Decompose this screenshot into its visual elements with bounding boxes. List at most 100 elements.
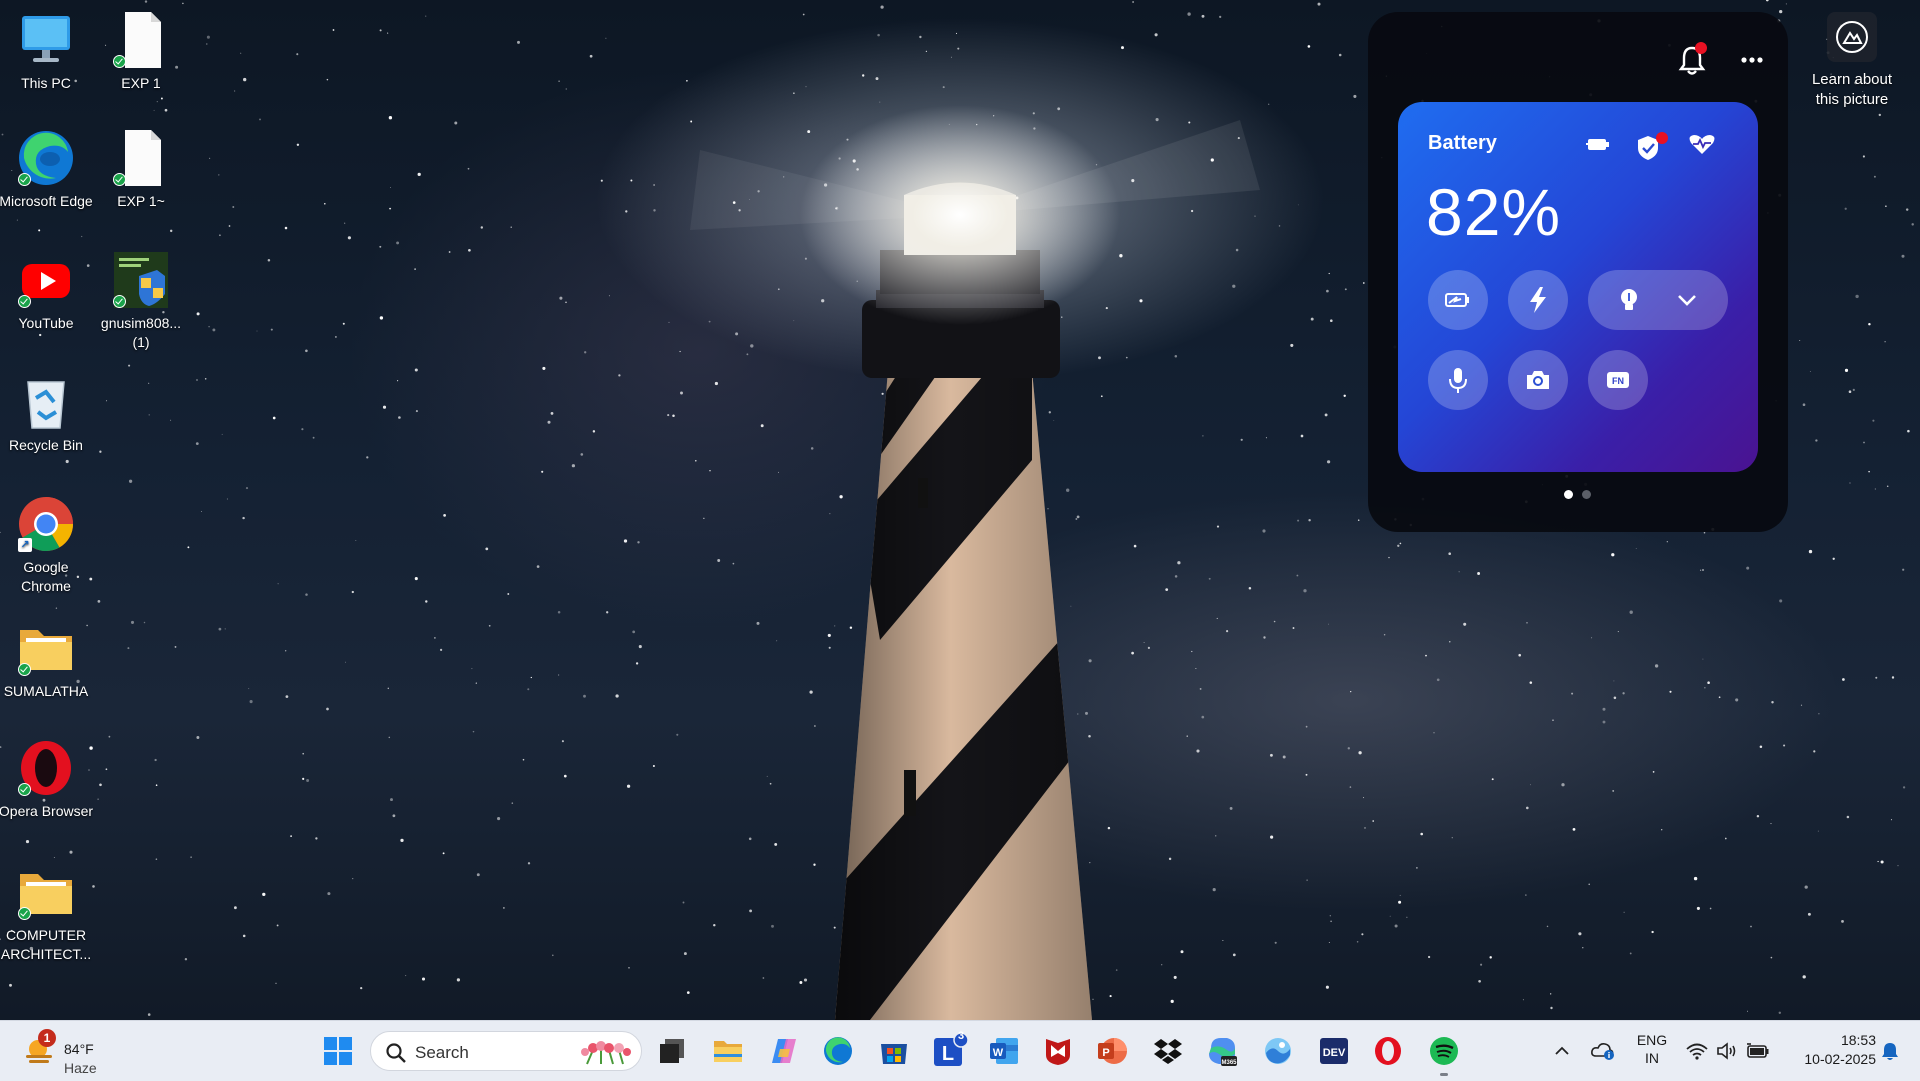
taskbar-search[interactable]: Search bbox=[370, 1031, 642, 1071]
battery-title: Battery bbox=[1428, 132, 1497, 154]
desktop-icon-edge[interactable]: Microsoft Edge bbox=[0, 128, 94, 211]
fn-lock-button[interactable]: FN bbox=[1588, 350, 1648, 410]
notification-center-button[interactable] bbox=[1874, 1021, 1906, 1081]
taskbar-file-explorer[interactable] bbox=[708, 1031, 748, 1071]
word-icon: W bbox=[990, 1038, 1018, 1064]
task-view-icon bbox=[660, 1039, 684, 1063]
desktop-icon-label: This PC bbox=[21, 75, 71, 91]
document-icon bbox=[111, 128, 171, 188]
desktop-icon-exp1[interactable]: EXP 1 bbox=[93, 10, 189, 93]
sync-status-icon bbox=[18, 907, 31, 920]
desktop-icon-computer-architecture[interactable]: COMPUTER ARCHITECT... bbox=[0, 862, 94, 964]
opera-icon bbox=[16, 738, 76, 798]
input-language-indicator[interactable]: ENG IN bbox=[1628, 1031, 1676, 1067]
sync-status-icon bbox=[113, 295, 126, 308]
pager-dot[interactable] bbox=[1582, 490, 1591, 499]
microphone-icon bbox=[1449, 368, 1467, 393]
flowers-doodle-icon bbox=[581, 1041, 631, 1065]
volume-icon bbox=[1717, 1042, 1736, 1060]
taskbar-word[interactable]: W bbox=[984, 1031, 1024, 1071]
desktop-icon-label: SUMALATHA bbox=[3, 683, 89, 699]
taskbar-powerpoint[interactable]: P bbox=[1092, 1031, 1132, 1071]
camera-icon bbox=[1527, 371, 1549, 389]
show-hidden-icons-button[interactable] bbox=[1550, 1021, 1574, 1081]
desktop-icon-this-pc[interactable]: This PC bbox=[0, 10, 94, 93]
heart-pulse-icon[interactable] bbox=[1688, 132, 1716, 156]
more-dots-icon bbox=[1741, 57, 1763, 63]
spotify-icon bbox=[1430, 1037, 1458, 1065]
taskbar-opera[interactable] bbox=[1368, 1031, 1408, 1071]
desktop-icon-youtube[interactable]: YouTube bbox=[0, 250, 94, 333]
taskbar: 1 84°F Haze Search L 3 W P M365 DEV ENG … bbox=[0, 1020, 1920, 1081]
eco-mode-dropdown[interactable] bbox=[1588, 270, 1728, 330]
sync-status-icon bbox=[113, 55, 126, 68]
fn-key-icon: FN bbox=[1607, 372, 1629, 388]
weather-condition: Haze bbox=[64, 1060, 97, 1076]
power-mode-button[interactable] bbox=[1508, 270, 1568, 330]
svg-text:L: L bbox=[942, 1043, 954, 1065]
learn-about-picture[interactable]: Learn about this picture bbox=[1800, 12, 1904, 110]
search-placeholder: Search bbox=[415, 1043, 469, 1062]
clock-date: 10-02-2025 bbox=[1804, 1051, 1876, 1067]
microphone-button[interactable] bbox=[1428, 350, 1488, 410]
opera-icon bbox=[1375, 1037, 1401, 1065]
shield-check-icon[interactable] bbox=[1636, 132, 1668, 160]
sync-status-icon bbox=[18, 663, 31, 676]
cloud-info-icon bbox=[1591, 1043, 1614, 1060]
bell-icon bbox=[1882, 1043, 1898, 1060]
notification-badge-count: 3 bbox=[957, 1030, 965, 1042]
desktop-icon-label: COMPUTER ARCHITECT... bbox=[0, 927, 92, 962]
taskbar-photos[interactable] bbox=[1258, 1031, 1298, 1071]
battery-saver-button[interactable] bbox=[1428, 270, 1488, 330]
bell-icon bbox=[1678, 42, 1707, 75]
copilot-icon bbox=[772, 1039, 796, 1063]
battery-card[interactable]: Battery 82% FN bbox=[1398, 102, 1758, 472]
quick-settings-button[interactable] bbox=[1684, 1021, 1772, 1081]
search-icon bbox=[386, 1043, 406, 1063]
plug-battery-icon[interactable] bbox=[1584, 132, 1612, 156]
svg-text:W: W bbox=[993, 1047, 1004, 1059]
running-indicator bbox=[1440, 1073, 1448, 1076]
learn-about-picture-label: Learn about this picture bbox=[1811, 71, 1893, 108]
start-button[interactable] bbox=[318, 1031, 358, 1071]
sync-status-icon bbox=[18, 295, 31, 308]
taskbar-dropbox[interactable] bbox=[1148, 1031, 1188, 1071]
desktop-icon-sumalatha[interactable]: SUMALATHA bbox=[0, 618, 94, 701]
windows-start-icon bbox=[324, 1037, 352, 1065]
svg-text:DEV: DEV bbox=[1323, 1047, 1346, 1059]
taskbar-copilot[interactable] bbox=[764, 1031, 804, 1071]
desktop-icon-opera[interactable]: Opera Browser bbox=[0, 738, 94, 821]
chevron-down-icon bbox=[1678, 295, 1696, 306]
more-options-button[interactable] bbox=[1732, 40, 1772, 80]
taskbar-m365[interactable]: M365 bbox=[1202, 1031, 1242, 1071]
desktop-icon-recycle-bin[interactable]: Recycle Bin bbox=[0, 372, 94, 455]
taskbar-edge[interactable] bbox=[818, 1031, 858, 1071]
taskbar-clock[interactable]: 18:53 10-02-2025 bbox=[1780, 1031, 1876, 1069]
desktop-icon-chrome[interactable]: ↗ Google Chrome bbox=[0, 494, 94, 596]
desktop-icon-label: Google Chrome bbox=[21, 559, 71, 594]
clock-time: 18:53 bbox=[1840, 1032, 1876, 1048]
task-view-button[interactable] bbox=[652, 1031, 692, 1071]
desktop-icon-label: EXP 1 bbox=[121, 75, 161, 91]
taskbar-dev-home[interactable]: DEV bbox=[1314, 1031, 1354, 1071]
photos-icon bbox=[1265, 1038, 1291, 1064]
battery-charging-icon bbox=[1747, 1043, 1769, 1058]
weather-alert-badge: 1 bbox=[38, 1029, 56, 1047]
sync-status-icon bbox=[18, 783, 31, 796]
youtube-icon bbox=[16, 250, 76, 310]
sync-status-icon bbox=[113, 173, 126, 186]
desktop-icon-gnusim[interactable]: gnusim808... (1) bbox=[93, 250, 189, 352]
pager-dot-active[interactable] bbox=[1564, 490, 1573, 499]
folder-icon bbox=[16, 618, 76, 678]
taskbar-spotify[interactable] bbox=[1424, 1031, 1464, 1071]
taskbar-lens-app[interactable]: L 3 bbox=[930, 1030, 970, 1071]
taskbar-microsoft-store[interactable] bbox=[874, 1031, 914, 1071]
notifications-button[interactable] bbox=[1672, 40, 1712, 80]
desktop-icon-exp1-tilde[interactable]: EXP 1~ bbox=[93, 128, 189, 211]
camera-button[interactable] bbox=[1508, 350, 1568, 410]
battery-widget-panel: Battery 82% FN bbox=[1368, 12, 1788, 532]
monitor-icon bbox=[16, 10, 76, 70]
weather-temperature: 84°F bbox=[64, 1041, 94, 1057]
onedrive-status-button[interactable] bbox=[1588, 1021, 1618, 1081]
taskbar-mcafee[interactable] bbox=[1038, 1031, 1078, 1071]
